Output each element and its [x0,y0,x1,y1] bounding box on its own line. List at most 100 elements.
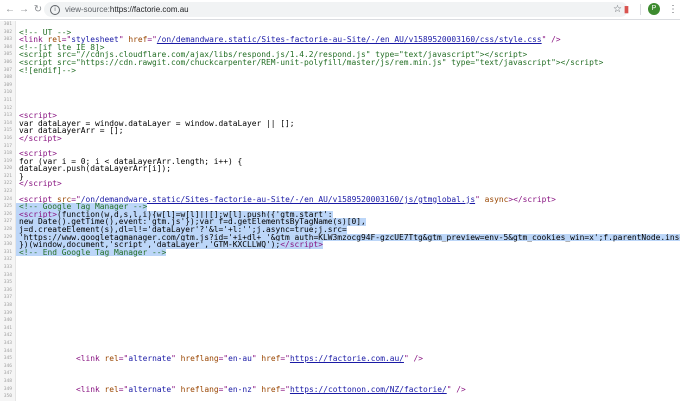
line-number: 301 [0,21,16,29]
code [16,89,19,97]
back-arrow-icon[interactable]: ← [3,0,17,19]
line-number: 306 [0,58,16,67]
code-token: =" [218,354,229,364]
source-line: 341 [0,324,680,333]
source-line: 340 [0,317,680,325]
info-icon[interactable]: i [50,4,60,15]
source-link[interactable]: https://cottonon.com/NZ/factorie/ [290,385,447,394]
source-line: 346 [0,362,680,371]
code-token: en-au [228,354,252,364]
profile-avatar[interactable]: P [648,3,660,15]
source-line: 322 </script> [0,180,680,189]
code-token: =" [118,384,129,394]
line-number: 350 [0,393,16,401]
line-number: 302 [0,28,16,37]
code: </script> [16,180,62,188]
code-token: " /> [446,384,466,394]
code-token: dataLayer.push(dataLayerArr[i]); [19,164,172,174]
line-number: 322 [0,180,16,189]
code-token: " [475,194,485,204]
forward-arrow-icon[interactable]: → [17,0,31,19]
code-token: async [484,194,509,204]
line-number: 327 [0,218,16,227]
source-line: 343 [0,339,680,348]
line-number: 341 [0,324,16,333]
line-number: 325 [0,203,16,211]
code [16,393,19,401]
source-line: 309 [0,81,680,90]
line-number: 305 [0,51,16,59]
code [16,294,19,302]
source-line: 345 <link rel="alternate" hreflang="en-a… [0,355,680,363]
code-token: " [171,384,181,394]
code-token: alternate [128,354,172,364]
line-number: 319 [0,157,16,166]
reload-icon[interactable]: ↻ [31,0,45,19]
line-number: 328 [0,226,16,234]
source-link[interactable]: https://factorie.com.au/ [290,354,404,363]
line-number: 323 [0,188,16,196]
line-number: 318 [0,150,16,158]
url-host: https://factorie.com.au [109,5,189,14]
source-link[interactable]: /on/demandware.static/Sites-factorie-au-… [157,35,542,44]
source-line: 331 <!-- End Google Tag Manager --> [0,248,680,257]
source-line: 306 <script src="https://cdn.rawgit.com/c… [0,59,680,67]
code-token: </script> [280,240,324,250]
source-line: 347 [0,370,680,378]
bookmark-star-icon[interactable]: ☆ [613,2,622,17]
source-line: 317 [0,142,680,151]
code-token: " [171,354,181,364]
source-line: 310 [0,89,680,97]
line-number: 345 [0,355,16,363]
source-view[interactable]: 301 302 <!-- UT --> 303 <link rel="styleshee… [0,21,680,405]
source-line: 338 [0,301,680,310]
code-token: =" [280,384,290,394]
source-line: 332 [0,256,680,264]
source-line: 349 <link rel="alternate" hreflang="en-n… [0,384,680,394]
code-token: =" [280,354,290,364]
line-number: 342 [0,332,16,340]
line-number: 335 [0,279,16,287]
menu-dots-icon[interactable]: ⋮ [668,2,678,17]
source-line: 350 [0,393,680,401]
code [16,279,19,287]
code: <![endif]--> [16,66,76,75]
url-text[interactable]: view-source:https://factorie.com.au [65,5,189,14]
code [16,264,19,272]
line-number: 333 [0,264,16,272]
line-number: 317 [0,142,16,151]
code [16,256,19,264]
line-number: 336 [0,286,16,295]
selected-code: <!-- End Google Tag Manager --> [16,248,167,257]
source-line: 311 [0,96,680,105]
code-token: href [261,384,281,394]
code: dataLayer.push(dataLayerArr[i]); [16,165,171,173]
source-line: 339 [0,309,680,318]
line-number: 303 [0,36,16,44]
code-token: alternate [128,384,172,394]
extension-icon[interactable]: ▮ [624,4,633,15]
source-line: 301 [0,21,680,29]
source-line: 308 [0,74,680,82]
line-number: 320 [0,165,16,173]
url-scheme: view-source: [65,5,110,14]
line-number: 314 [0,119,16,128]
code-token: <link [76,384,105,394]
address-bar[interactable]: i view-source:https://factorie.com.au ☆ [44,2,628,17]
code [16,74,19,82]
code [16,287,19,295]
code-token: " [251,354,262,364]
code [16,363,19,371]
code-token: =" [118,354,129,364]
code-token: </script> [19,133,62,143]
code: </script> [16,133,62,143]
code-token: <link [76,354,105,364]
source-line: 342 [0,332,680,340]
code-token: " /> [403,354,423,364]
code-token: rel [104,354,119,364]
code-token: <script src="https://cdn.rawgit.com/chuc… [19,57,604,67]
line-number: 329 [0,233,16,242]
source-line: 312 [0,104,680,113]
